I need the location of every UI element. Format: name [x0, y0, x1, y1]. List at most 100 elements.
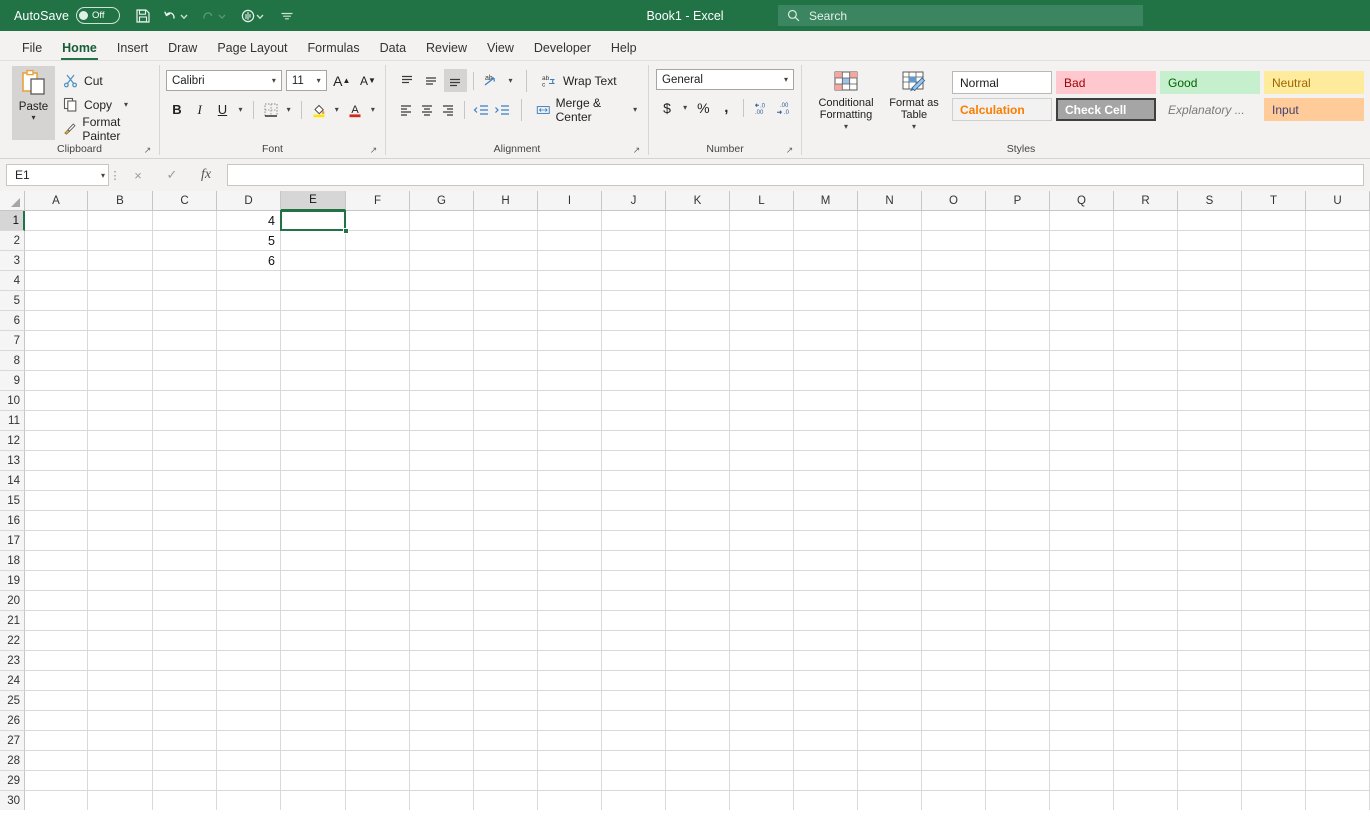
cell-b5[interactable] [88, 291, 153, 311]
cell-f16[interactable] [346, 511, 410, 531]
cell-s6[interactable] [1178, 311, 1242, 331]
cell-m28[interactable] [794, 751, 858, 771]
cell-p20[interactable] [986, 591, 1050, 611]
cell-n3[interactable] [858, 251, 922, 271]
cell-i22[interactable] [538, 631, 602, 651]
decrease-indent-button[interactable] [471, 98, 491, 121]
cell-m10[interactable] [794, 391, 858, 411]
cell-h26[interactable] [474, 711, 538, 731]
cell-r7[interactable] [1114, 331, 1178, 351]
orientation-chevron-down-icon[interactable]: ▾ [504, 69, 517, 92]
cell-a5[interactable] [25, 291, 88, 311]
cell-style-neutral[interactable]: Neutral [1264, 71, 1365, 94]
cell-s15[interactable] [1178, 491, 1242, 511]
cell-g14[interactable] [410, 471, 474, 491]
cell-j8[interactable] [602, 351, 666, 371]
tab-page-layout[interactable]: Page Layout [207, 41, 297, 61]
cell-h30[interactable] [474, 791, 538, 810]
cell-f1[interactable] [346, 211, 410, 231]
cell-g24[interactable] [410, 671, 474, 691]
column-header-m[interactable]: M [794, 191, 858, 211]
autosave-toggle[interactable]: Off [76, 7, 121, 24]
cell-g21[interactable] [410, 611, 474, 631]
cell-j3[interactable] [602, 251, 666, 271]
cell-o4[interactable] [922, 271, 986, 291]
cell-n28[interactable] [858, 751, 922, 771]
cell-t30[interactable] [1242, 791, 1306, 810]
cell-c30[interactable] [153, 791, 217, 810]
cell-j30[interactable] [602, 791, 666, 810]
cell-j28[interactable] [602, 751, 666, 771]
cell-p25[interactable] [986, 691, 1050, 711]
cell-l21[interactable] [730, 611, 794, 631]
cell-style-bad[interactable]: Bad [1056, 71, 1157, 94]
cell-m30[interactable] [794, 791, 858, 810]
cell-a12[interactable] [25, 431, 88, 451]
cell-d22[interactable] [217, 631, 281, 651]
cell-k26[interactable] [666, 711, 730, 731]
cell-n4[interactable] [858, 271, 922, 291]
cell-c16[interactable] [153, 511, 217, 531]
cell-f8[interactable] [346, 351, 410, 371]
decrease-decimal-button[interactable]: .00.0 [773, 96, 795, 119]
cell-t22[interactable] [1242, 631, 1306, 651]
cell-e28[interactable] [281, 751, 346, 771]
cell-k17[interactable] [666, 531, 730, 551]
row-header-7[interactable]: 7 [0, 331, 25, 351]
cell-c5[interactable] [153, 291, 217, 311]
cell-g8[interactable] [410, 351, 474, 371]
cell-k23[interactable] [666, 651, 730, 671]
cell-m2[interactable] [794, 231, 858, 251]
cell-i29[interactable] [538, 771, 602, 791]
cell-g17[interactable] [410, 531, 474, 551]
cell-r4[interactable] [1114, 271, 1178, 291]
cell-k21[interactable] [666, 611, 730, 631]
cell-t18[interactable] [1242, 551, 1306, 571]
cell-c7[interactable] [153, 331, 217, 351]
redo-icon[interactable] [196, 2, 234, 29]
row-header-21[interactable]: 21 [0, 611, 25, 631]
cell-r5[interactable] [1114, 291, 1178, 311]
row-header-2[interactable]: 2 [0, 231, 25, 251]
cell-a21[interactable] [25, 611, 88, 631]
cell-d30[interactable] [217, 791, 281, 810]
cell-p22[interactable] [986, 631, 1050, 651]
cell-c8[interactable] [153, 351, 217, 371]
cell-e16[interactable] [281, 511, 346, 531]
cell-l13[interactable] [730, 451, 794, 471]
cell-q11[interactable] [1050, 411, 1114, 431]
cell-p18[interactable] [986, 551, 1050, 571]
cell-i15[interactable] [538, 491, 602, 511]
cell-g9[interactable] [410, 371, 474, 391]
cell-g10[interactable] [410, 391, 474, 411]
cell-o30[interactable] [922, 791, 986, 810]
cell-l28[interactable] [730, 751, 794, 771]
cell-t15[interactable] [1242, 491, 1306, 511]
cell-d6[interactable] [217, 311, 281, 331]
cell-n22[interactable] [858, 631, 922, 651]
cell-r11[interactable] [1114, 411, 1178, 431]
cell-a27[interactable] [25, 731, 88, 751]
cell-i7[interactable] [538, 331, 602, 351]
row-header-11[interactable]: 11 [0, 411, 25, 431]
cell-i26[interactable] [538, 711, 602, 731]
row-header-8[interactable]: 8 [0, 351, 25, 371]
cell-o7[interactable] [922, 331, 986, 351]
cell-h18[interactable] [474, 551, 538, 571]
cell-c15[interactable] [153, 491, 217, 511]
row-header-29[interactable]: 29 [0, 771, 25, 791]
cell-j24[interactable] [602, 671, 666, 691]
chevron-down-icon[interactable]: ▾ [101, 171, 105, 180]
cell-k28[interactable] [666, 751, 730, 771]
cell-j12[interactable] [602, 431, 666, 451]
cell-u22[interactable] [1306, 631, 1370, 651]
cell-b10[interactable] [88, 391, 153, 411]
conditional-formatting-button[interactable]: Conditional Formatting ▾ [812, 65, 880, 142]
cell-u16[interactable] [1306, 511, 1370, 531]
cell-q4[interactable] [1050, 271, 1114, 291]
cell-q2[interactable] [1050, 231, 1114, 251]
cell-b30[interactable] [88, 791, 153, 810]
cell-n7[interactable] [858, 331, 922, 351]
cell-p12[interactable] [986, 431, 1050, 451]
cell-n21[interactable] [858, 611, 922, 631]
